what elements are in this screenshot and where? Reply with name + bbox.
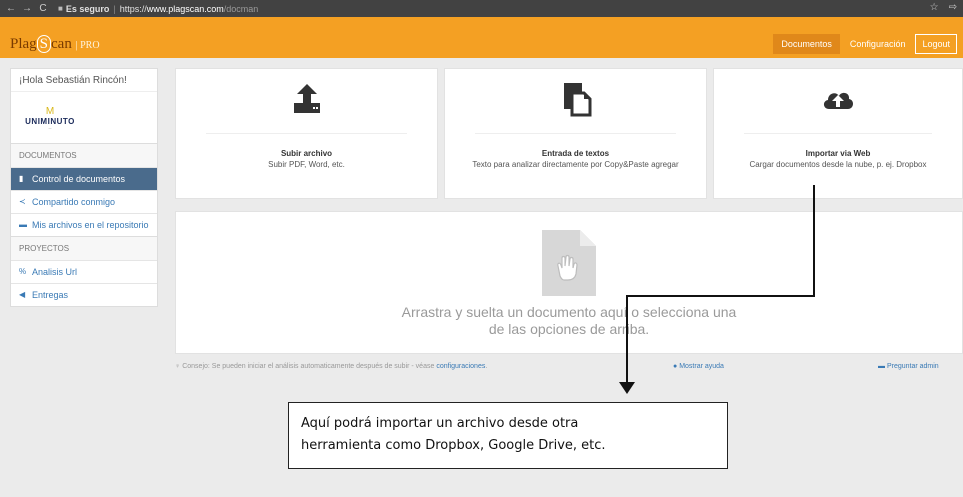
sidebar-item-label: Compartido conmigo xyxy=(32,197,116,207)
card-title: Subir archivo xyxy=(280,149,333,158)
sidebar-item-label: Entregas xyxy=(32,290,69,300)
url-protocol: https:// xyxy=(119,3,147,14)
card-title: Entrada de textos xyxy=(541,149,610,158)
card-divider xyxy=(744,133,932,134)
ask-admin-link[interactable]: ▬ Preguntar admin xyxy=(878,363,939,370)
address-bar[interactable]: https://www.plagscan.com/docman xyxy=(120,4,259,14)
card-upload-file[interactable]: Subir archivo Subir PDF, Word, etc. xyxy=(175,68,438,199)
card-divider xyxy=(206,133,407,134)
show-help-label: Mostrar ayuda xyxy=(679,363,724,370)
lock-icon: ■ xyxy=(58,4,63,13)
paste-icon xyxy=(563,83,591,117)
org-name: UNIMINUTO xyxy=(25,116,75,126)
archive-icon: ▬ xyxy=(19,220,27,229)
secure-label: Es seguro xyxy=(65,3,110,14)
org-logo: M UNIMINUTO — xyxy=(11,91,157,143)
drop-zone-line-1: Arrastra y suelta un documento aquí o se… xyxy=(401,304,737,320)
nav-settings[interactable]: Configuración xyxy=(850,39,906,49)
sidebar: ¡Hola Sebastián Rincón! M UNIMINUTO — DO… xyxy=(10,68,158,307)
upload-icon xyxy=(293,84,320,113)
url-path: /docman xyxy=(223,3,259,14)
sidebar-item-shared-with-me[interactable]: ≺ Compartido conmigo xyxy=(11,190,157,213)
document-icon: ▮ xyxy=(19,174,24,183)
logo-text-s: S xyxy=(36,35,52,53)
annotation-line xyxy=(626,295,628,383)
mail-icon: ▬ xyxy=(878,363,887,370)
card-description: Cargar documentos desde la nube, p. ej. … xyxy=(749,160,927,169)
org-mark-icon: M xyxy=(45,105,55,117)
card-import-web[interactable]: Importar via Web Cargar documentos desde… xyxy=(713,68,963,199)
card-title: Importar via Web xyxy=(805,149,871,158)
section-documents: DOCUMENTOS xyxy=(11,143,157,167)
share-icon: ≺ xyxy=(19,197,26,206)
card-divider xyxy=(475,133,676,134)
annotation-callout: Aquí podrá importar un archivo desde otr… xyxy=(288,402,728,469)
tip-period: . xyxy=(485,363,488,370)
sidebar-item-url-analysis[interactable]: % Analisis Url xyxy=(11,260,157,283)
card-description: Subir PDF, Word, etc. xyxy=(268,160,345,169)
annotation-line xyxy=(627,295,815,297)
ask-admin-label: Preguntar admin xyxy=(886,363,939,370)
link-icon: % xyxy=(19,267,27,276)
annotation-line xyxy=(813,185,815,297)
drop-zone[interactable]: Arrastra y suelta un documento aquí o se… xyxy=(175,211,963,354)
sidebar-item-label: Mis archivos en el repositorio xyxy=(32,220,149,230)
settings-link[interactable]: configuraciones xyxy=(436,363,485,370)
header-top-strip xyxy=(0,17,963,28)
tip-prefix: Consejo: Se pueden iniciar el análisis a… xyxy=(182,363,435,370)
sidebar-item-label: Analisis Url xyxy=(32,267,78,277)
logo-text-can: can xyxy=(51,36,72,52)
sidebar-item-submissions[interactable]: ◀ Entregas xyxy=(11,283,157,306)
top-nav: Documentos Configuración Logout xyxy=(773,34,957,54)
greeting: ¡Hola Sebastián Rincón! xyxy=(19,75,127,86)
nav-documents[interactable]: Documentos xyxy=(773,34,840,54)
screenshot-root: ← → C ■ Es seguro | https://www.plagscan… xyxy=(0,0,963,497)
url-separator: | xyxy=(113,3,116,14)
back-button[interactable]: ← xyxy=(6,3,16,14)
sidebar-item-repository[interactable]: ▬ Mis archivos en el repositorio xyxy=(11,213,157,236)
section-projects: PROYECTOS xyxy=(11,236,157,260)
send-icon: ◀ xyxy=(19,290,26,299)
sidebar-item-document-control[interactable]: ▮ Control de documentos xyxy=(11,167,157,190)
extension-icon[interactable]: ⇨ xyxy=(949,2,957,13)
callout-line-1: Aquí podrá importar un archivo desde otr… xyxy=(301,416,579,431)
browser-toolbar: ← → C ■ Es seguro | https://www.plagscan… xyxy=(0,0,963,17)
browser-right-icons: ☆ ⇨ xyxy=(930,2,957,13)
drop-zone-line-2: de las opciones de arriba. xyxy=(488,321,650,337)
logo-pro: | PRO xyxy=(75,40,100,51)
card-description: Texto para analizar directamente por Cop… xyxy=(472,160,679,169)
logout-button[interactable]: Logout xyxy=(915,34,957,54)
url-host: www.plagscan.com xyxy=(146,3,224,14)
annotation-arrow-icon xyxy=(619,382,635,394)
tip-text: ♀ Consejo: Se pueden iniciar el análisis… xyxy=(175,363,487,370)
show-help-link[interactable]: ● Mostrar ayuda xyxy=(673,363,724,370)
forward-button[interactable]: → xyxy=(22,3,32,14)
plagscan-logo[interactable]: Plag Scan | PRO xyxy=(10,35,100,53)
logo-text-plag: Plag xyxy=(10,36,37,52)
drop-zone-text: Arrastra y suelta un documento aquí o se… xyxy=(176,304,962,338)
drag-file-icon xyxy=(542,230,596,296)
card-text-input[interactable]: Entrada de textos Texto para analizar di… xyxy=(444,68,707,199)
reload-button[interactable]: C xyxy=(38,3,48,14)
sidebar-item-label: Control de documentos xyxy=(32,174,126,184)
star-icon[interactable]: ☆ xyxy=(930,2,939,13)
callout-line-2: herramienta como Dropbox, Google Drive, … xyxy=(301,438,606,453)
cloud-upload-icon xyxy=(823,92,854,109)
org-tagline: — xyxy=(48,125,52,130)
